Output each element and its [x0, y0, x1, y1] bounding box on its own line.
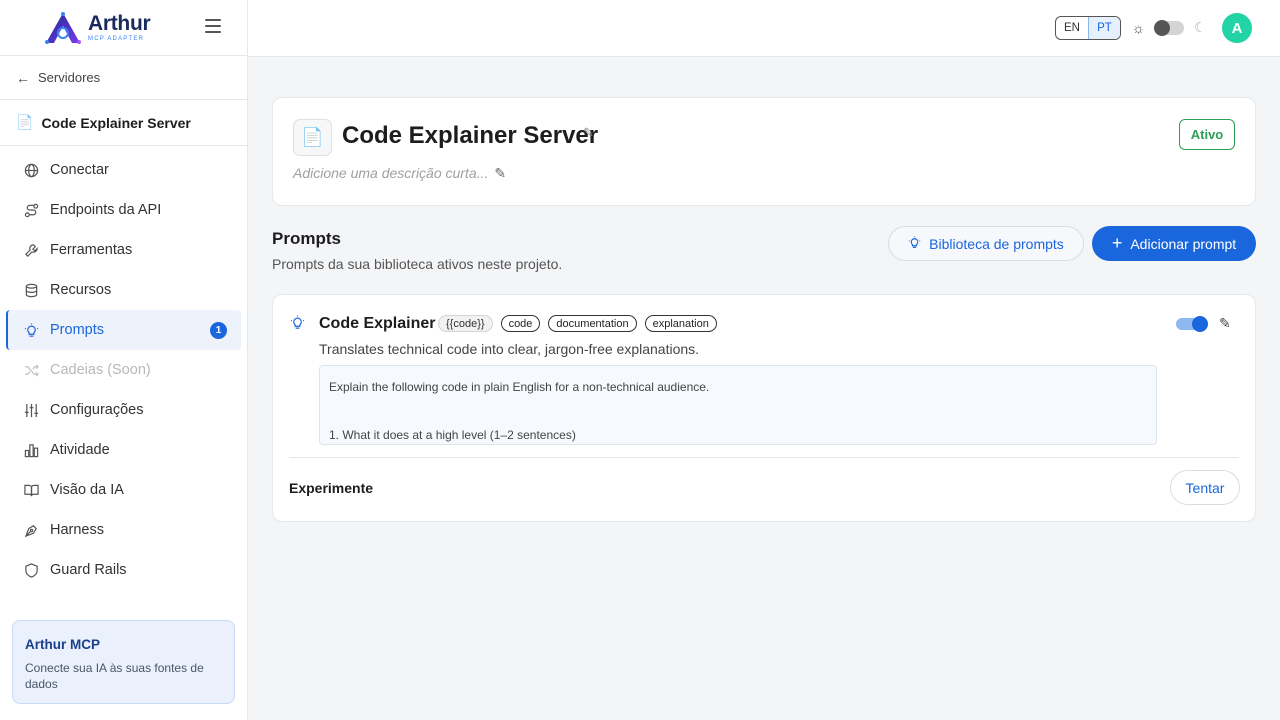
moon-icon: ☾	[1194, 19, 1207, 35]
theme-toggle[interactable]	[1154, 20, 1184, 36]
back-label: Servidores	[38, 70, 101, 85]
bar-chart-icon	[22, 443, 40, 458]
sidebar-item-label: Harness	[50, 522, 104, 538]
back-to-servers-link[interactable]: ← Servidores	[0, 56, 247, 100]
sidebar-item-ferramentas[interactable]: Ferramentas	[6, 230, 241, 270]
prompt-text-line: Explain the following code in plain Engl…	[329, 380, 710, 394]
current-server: 📄 Code Explainer Server	[0, 100, 247, 146]
edit-title-icon[interactable]: ✎	[583, 125, 594, 141]
logo-row: Arthur MCP ADAPTER	[0, 0, 247, 56]
language-option-en[interactable]: EN	[1056, 17, 1088, 39]
plus-icon: +	[1111, 233, 1123, 253]
prompt-text-line: 1. What it does at a high level (1–2 sen…	[329, 428, 576, 442]
server-header-card: 📄 Code Explainer Server ✎ Adicione uma d…	[272, 97, 1256, 206]
sidebar-item-label: Configurações	[50, 402, 144, 418]
prompt-variable-tag: {{code}}	[438, 315, 493, 332]
sidebar-item-guard-rails[interactable]: Guard Rails	[6, 550, 241, 590]
description-placeholder: Adicione uma descrição curta...	[293, 165, 489, 181]
sidebar: Arthur MCP ADAPTER ← Servidores 📄 Code E…	[0, 0, 248, 720]
logo-text: Arthur MCP ADAPTER	[88, 12, 151, 42]
prompt-description: Translates technical code into clear, ja…	[319, 341, 700, 357]
sidebar-item-label: Visão da IA	[50, 482, 124, 498]
try-section-label: Experimente	[289, 480, 374, 496]
prompt-tag: documentation	[548, 315, 637, 332]
prompt-name: Code Explainer	[319, 315, 436, 332]
sidebar-item-label: Endpoints da API	[50, 202, 162, 218]
route-icon	[22, 203, 40, 218]
sidebar-item-label: Prompts	[50, 322, 104, 338]
divider	[289, 457, 1239, 458]
prompt-card: Code Explainer {{code}} code documentati…	[272, 294, 1256, 522]
document-icon: 📄	[16, 114, 34, 130]
arthur-logo-icon	[45, 11, 81, 44]
prompt-library-button[interactable]: Biblioteca de prompts	[888, 226, 1084, 261]
pen-tool-icon	[22, 523, 40, 538]
sidebar-item-recursos[interactable]: Recursos	[6, 270, 241, 310]
sidebar-nav: Conectar Endpoints da API Ferramentas Re…	[0, 146, 247, 590]
brand-subtitle: MCP ADAPTER	[88, 36, 145, 42]
server-description-field[interactable]: Adicione uma descrição curta... ✎	[293, 165, 506, 182]
sidebar-item-configuracoes[interactable]: Configurações	[6, 390, 241, 430]
edit-description-icon[interactable]: ✎	[494, 165, 506, 181]
promo-card: Arthur MCP Conecte sua IA às suas fontes…	[12, 620, 235, 704]
book-icon	[22, 483, 40, 498]
sidebar-item-label: Recursos	[50, 282, 112, 298]
sun-icon: ☼	[1132, 20, 1145, 36]
sidebar-item-label: Conectar	[50, 162, 109, 178]
topbar: EN PT ☼ ☾ A	[248, 0, 1280, 57]
sidebar-item-atividade[interactable]: Atividade	[6, 430, 241, 470]
prompt-tag: code	[500, 315, 541, 332]
sidebar-item-label: Atividade	[50, 442, 110, 458]
promo-title: Arthur MCP	[25, 637, 100, 652]
language-switcher: EN PT	[1055, 16, 1121, 40]
current-server-name: Code Explainer Server	[41, 114, 191, 131]
add-prompt-button[interactable]: + Adicionar prompt	[1092, 226, 1256, 261]
sidebar-item-harness[interactable]: Harness	[6, 510, 241, 550]
user-avatar[interactable]: A	[1222, 13, 1252, 43]
sidebar-item-label: Guard Rails	[50, 562, 127, 578]
server-document-icon: 📄	[293, 119, 332, 156]
prompts-section-title: Prompts	[272, 229, 341, 248]
prompts-section-subtitle: Prompts da sua biblioteca ativos neste p…	[272, 256, 563, 272]
status-badge: Ativo	[1179, 119, 1235, 150]
sidebar-item-label: Cadeias (Soon)	[50, 362, 151, 378]
sidebar-item-cadeias: Cadeias (Soon)	[6, 350, 241, 390]
prompt-tags: {{code}} code documentation explanation	[438, 315, 717, 332]
wrench-icon	[22, 243, 40, 258]
hamburger-menu-icon[interactable]	[205, 19, 221, 37]
arrow-left-icon: ←	[16, 69, 30, 86]
lightbulb-icon	[908, 235, 921, 252]
brand-name: Arthur	[88, 12, 151, 35]
sidebar-item-visao-ia[interactable]: Visão da IA	[6, 470, 241, 510]
add-prompt-label: Adicionar prompt	[1130, 235, 1237, 252]
sidebar-item-endpoints[interactable]: Endpoints da API	[6, 190, 241, 230]
language-option-pt[interactable]: PT	[1088, 17, 1120, 39]
shuffle-icon	[22, 363, 40, 378]
prompts-count-badge: 1	[210, 321, 227, 339]
try-prompt-button[interactable]: Tentar	[1170, 470, 1240, 505]
shield-icon	[22, 562, 40, 578]
prompt-tag: explanation	[644, 315, 717, 332]
sidebar-item-conectar[interactable]: Conectar	[6, 150, 241, 190]
globe-icon	[22, 163, 40, 178]
prompt-text-preview: Explain the following code in plain Engl…	[319, 365, 1157, 445]
sliders-icon	[22, 403, 40, 418]
database-icon	[22, 283, 40, 298]
promo-text: Conecte sua IA às suas fontes de dados	[25, 661, 204, 691]
edit-prompt-icon[interactable]: ✎	[1219, 315, 1231, 332]
sidebar-item-prompts[interactable]: Prompts 1	[6, 310, 241, 350]
lightbulb-icon	[22, 322, 40, 338]
lightbulb-icon	[290, 315, 305, 334]
sidebar-item-label: Ferramentas	[50, 242, 133, 258]
server-title: Code Explainer Server	[342, 122, 599, 149]
prompt-library-label: Biblioteca de prompts	[929, 235, 1064, 252]
prompt-enabled-toggle[interactable]	[1176, 316, 1208, 332]
